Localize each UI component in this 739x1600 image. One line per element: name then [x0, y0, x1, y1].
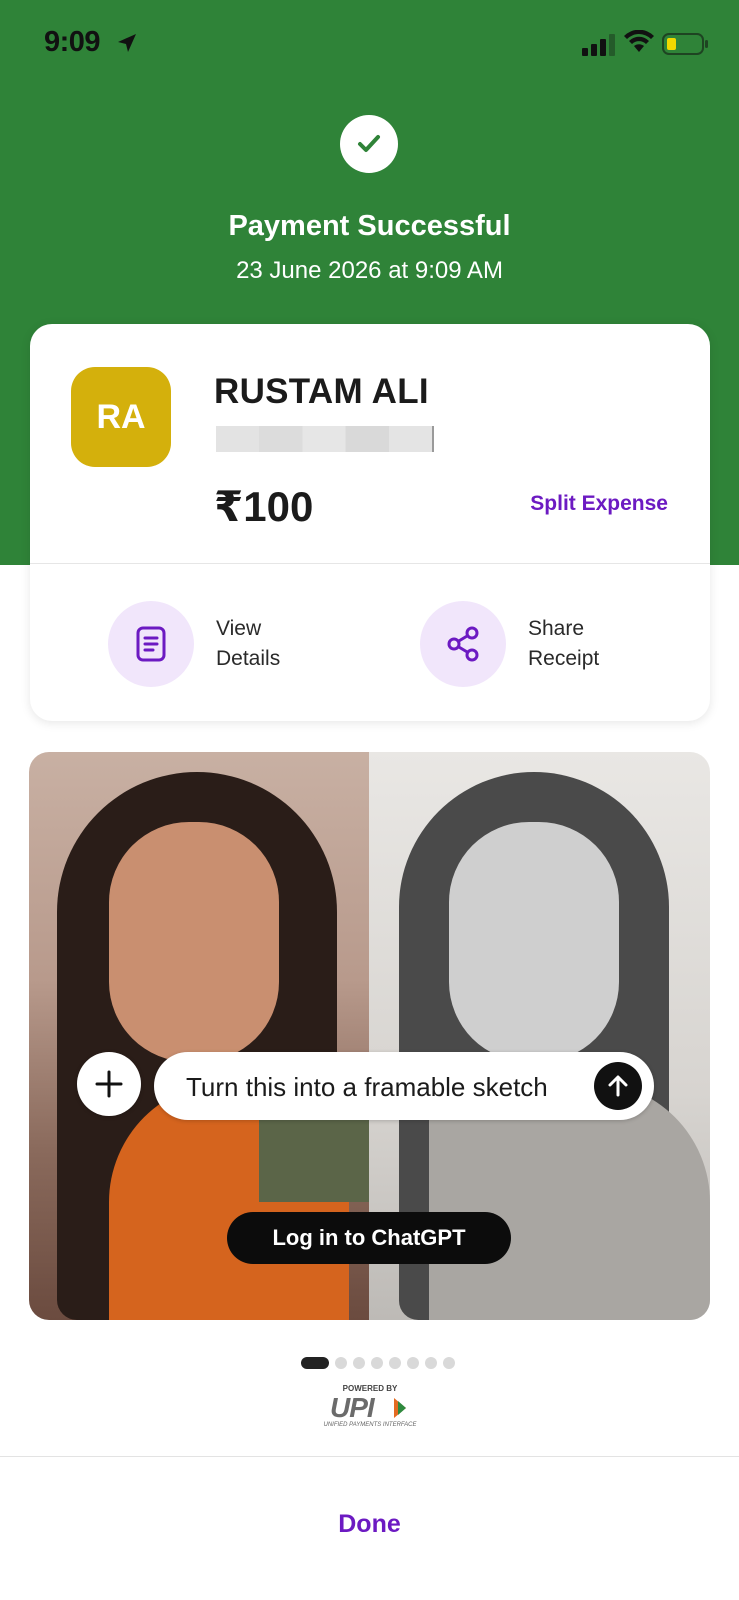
pager-dot[interactable] [425, 1357, 437, 1369]
upi-logo: POWERED BY UPI UNIFIED PAYMENTS INTERFAC… [322, 1384, 418, 1430]
success-check-icon [340, 115, 398, 173]
plus-icon [95, 1070, 123, 1098]
card-divider [30, 563, 710, 564]
payee-card: RA RUSTAM ALI ₹100 Split Expense View De… [30, 324, 710, 721]
promo-banner[interactable]: Turn this into a framable sketch Log in … [29, 752, 710, 1320]
battery-icon [662, 33, 708, 55]
footer-divider [0, 1456, 739, 1457]
sketch-face-pixelated [449, 822, 619, 1062]
payment-timestamp: 23 June 2026 at 9:09 AM [236, 257, 503, 284]
chat-prompt-input[interactable]: Turn this into a framable sketch [154, 1052, 654, 1120]
upi-wordmark: UPI [330, 1392, 375, 1423]
payee-avatar: RA [71, 367, 171, 467]
carousel-pager [301, 1357, 455, 1369]
chat-prompt-text: Turn this into a framable sketch [186, 1072, 548, 1102]
pager-dot[interactable] [353, 1357, 365, 1369]
status-time: 9:09 [44, 26, 101, 58]
done-button[interactable]: Done [0, 1510, 739, 1539]
upi-arrow-icon [394, 1398, 406, 1418]
photo-face-pixelated [109, 822, 279, 1062]
share-receipt-label: Share Receipt [528, 617, 600, 670]
payment-amount: ₹100 [214, 483, 314, 530]
masked-payee-id [216, 426, 434, 452]
share-receipt-button[interactable]: Share Receipt [420, 601, 638, 687]
pager-dot[interactable] [371, 1357, 383, 1369]
payment-status-title: Payment Successful [228, 210, 511, 242]
document-icon [108, 601, 194, 687]
view-details-label: View Details [216, 617, 281, 670]
location-arrow-icon [118, 34, 136, 52]
pager-dot-active[interactable] [301, 1357, 329, 1369]
pager-dot[interactable] [389, 1357, 401, 1369]
chatgpt-login-button[interactable]: Log in to ChatGPT [227, 1212, 511, 1264]
upi-full-name: UNIFIED PAYMENTS INTERFACE [323, 1422, 417, 1428]
wifi-icon [624, 30, 654, 52]
pager-dot[interactable] [335, 1357, 347, 1369]
send-button[interactable] [594, 1062, 642, 1110]
status-bar: 9:09 [0, 0, 739, 88]
view-details-button[interactable]: View Details [108, 601, 326, 687]
pager-dot[interactable] [443, 1357, 455, 1369]
cellular-signal-icon [582, 34, 615, 56]
share-icon [420, 601, 506, 687]
split-expense-button[interactable]: Split Expense [530, 492, 668, 516]
payment-success-screen: 9:09 Payment Successful 23 June 2026 at … [0, 0, 739, 1600]
payee-name: RUSTAM ALI [214, 372, 429, 411]
pager-dot[interactable] [407, 1357, 419, 1369]
add-attachment-button[interactable] [77, 1052, 141, 1116]
arrow-up-icon [608, 1075, 628, 1097]
